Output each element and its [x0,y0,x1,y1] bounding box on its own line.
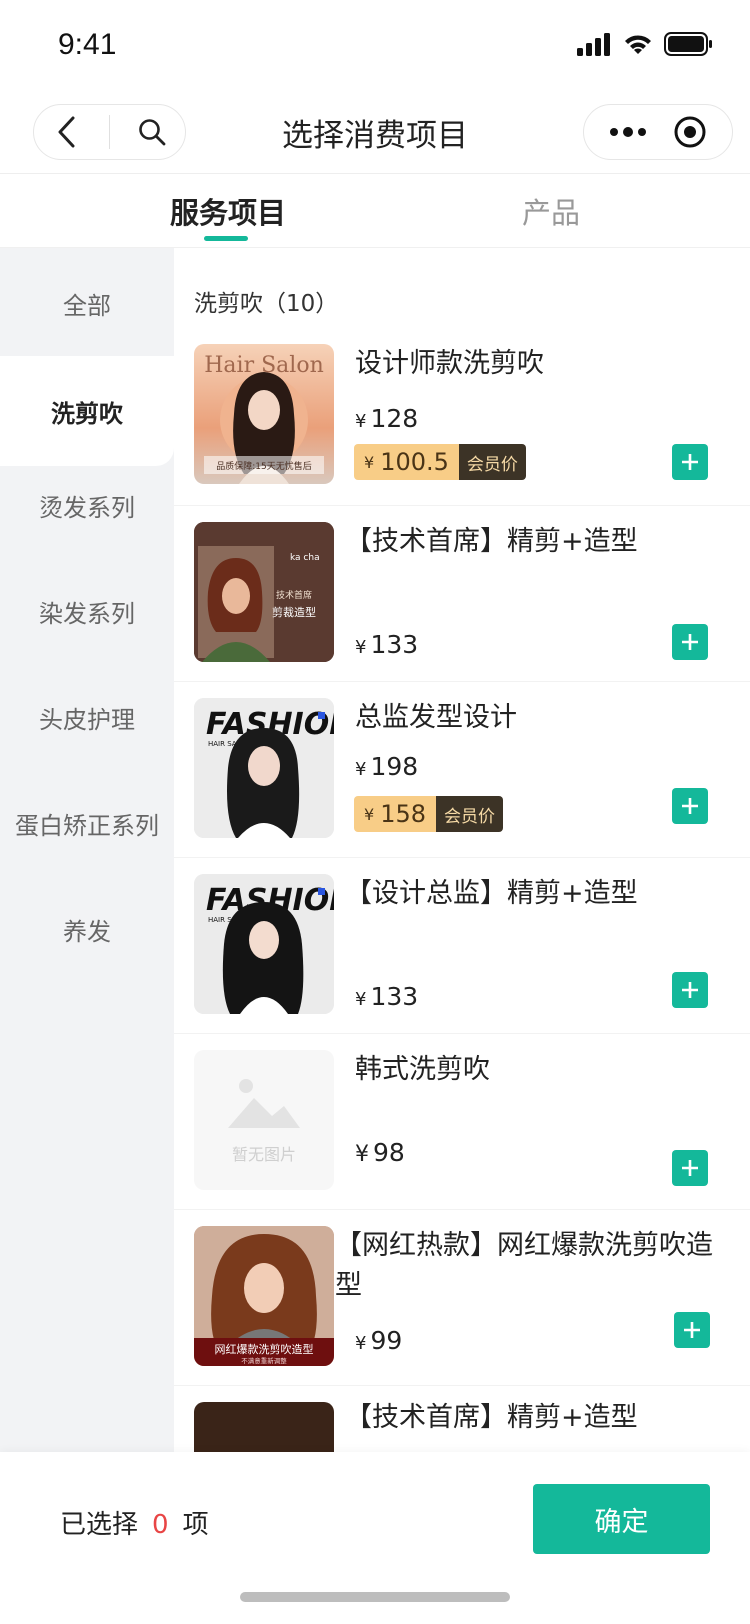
product-name: 【设计总监】精剪+造型 [345,878,638,909]
plus-icon [682,634,698,650]
svg-text:剪裁造型: 剪裁造型 [272,605,316,619]
more-dots-icon [610,127,646,137]
sidebar-item-hair-nourish[interactable]: 养发 [0,874,174,984]
product-name: 总监发型设计 [355,702,517,733]
tab-products[interactable]: 产品 [522,190,580,232]
target-close-icon [674,116,706,148]
nav-bar: 选择消费项目 [0,96,750,174]
product-card[interactable]: 暂无图片 韩式洗剪吹 ¥98 [174,1034,750,1210]
svg-text:不满意重新调整: 不满意重新调整 [241,1356,287,1365]
status-bar: 9:41 [0,0,750,96]
signal-icon [577,33,610,56]
product-card[interactable]: 【技术首席】精剪+造型 [174,1386,750,1452]
product-list: 洗剪吹（10） Hair Salon 品质保障:15天无忧售后 设计师款洗剪吹 … [174,248,750,1452]
close-miniprogram-button[interactable] [673,115,707,149]
selected-suffix: 项 [182,1510,209,1540]
product-image: FASHION HAIR SALON [194,874,334,1014]
product-card[interactable]: ka cha 技术首席 剪裁造型 【技术首席】精剪+造型 ¥133 [174,506,750,682]
salon-photo-icon: FASHION HAIR SALON [194,874,334,1014]
confirm-button[interactable]: 确定 [533,1484,710,1554]
product-image: FASHION HAIR SALON [194,698,334,838]
product-image: Hair Salon 品质保障:15天无忧售后 [194,344,334,484]
product-card[interactable]: FASHION HAIR SALON 总监发型设计 ¥198 ¥158 会员价 [174,682,750,858]
product-price: ¥99 [355,1326,403,1355]
product-card[interactable]: 网红爆款洗剪吹造型 不满意重新调整 【网红热款】网红爆款洗剪吹造型 ¥99 [174,1210,750,1386]
member-price-badge: ¥100.5 会员价 [354,444,526,480]
selected-summary: 已选择 0 项 [60,1504,209,1541]
product-name: 设计师款洗剪吹 [355,348,544,379]
member-price-label: 会员价 [436,796,503,832]
sidebar-item-all[interactable]: 全部 [0,248,174,358]
selected-count: 0 [152,1510,169,1540]
sidebar-item-scalp-care[interactable]: 头皮护理 [0,662,174,772]
product-image: ka cha 技术首席 剪裁造型 [194,522,334,662]
battery-icon [664,32,712,56]
product-name: 【技术首席】精剪+造型 [345,1402,638,1433]
product-name: 韩式洗剪吹 [355,1054,490,1085]
salon-photo-icon: Hair Salon 品质保障:15天无忧售后 [204,353,324,484]
plus-icon [682,798,698,814]
category-sidebar: 全部 洗剪吹 烫发系列 染发系列 头皮护理 蛋白矫正系列 养发 [0,248,174,1452]
svg-text:技术首席: 技术首席 [276,589,312,601]
plus-icon [682,982,698,998]
back-button[interactable] [34,104,99,160]
sidebar-item-dye[interactable]: 染发系列 [0,556,174,666]
svg-text:暂无图片: 暂无图片 [232,1145,296,1164]
tab-bar: 服务项目 产品 [0,176,750,248]
search-button[interactable] [120,104,185,160]
back-arrow-icon [58,116,74,148]
capsule-divider [109,115,110,149]
status-icons [576,32,714,56]
bottom-bar: 已选择 0 项 确定 [0,1452,750,1624]
product-card[interactable]: Hair Salon 品质保障:15天无忧售后 设计师款洗剪吹 ¥128 ¥10… [174,328,750,506]
product-price: ¥133 [355,982,419,1011]
member-price: 100.5 [380,448,449,476]
sidebar-item-perm[interactable]: 烫发系列 [0,450,174,560]
section-title: 洗剪吹（10） [194,291,339,317]
product-image [194,1402,334,1452]
svg-text:品质保障:15天无忧售后: 品质保障:15天无忧售后 [216,460,312,472]
svg-text:ka cha: ka cha [290,553,320,563]
member-price-label: 会员价 [458,444,526,480]
add-button[interactable] [672,444,708,480]
nav-capsule-right [583,104,733,160]
product-price: ¥98 [355,1138,405,1167]
add-button[interactable] [672,1150,708,1186]
status-time: 9:41 [58,28,117,61]
no-image-icon: 暂无图片 [228,1079,300,1164]
svg-text:网红爆款洗剪吹造型: 网红爆款洗剪吹造型 [215,1342,314,1356]
product-image: 网红爆款洗剪吹造型 不满意重新调整 [194,1226,334,1366]
tab-active-indicator [204,236,248,241]
product-name: 【技术首席】精剪+造型 [345,526,638,557]
plus-icon [682,1160,698,1176]
product-image-placeholder: 暂无图片 [194,1050,334,1190]
wifi-icon [625,35,651,54]
svg-text:Hair Salon: Hair Salon [204,353,324,378]
selected-prefix: 已选择 [60,1510,139,1540]
home-indicator [240,1592,510,1602]
member-price-badge: ¥158 会员价 [354,796,503,832]
sidebar-item-protein-straightening[interactable]: 蛋白矫正系列 [0,768,174,878]
add-button[interactable] [672,788,708,824]
member-price: 158 [380,800,426,828]
nav-capsule-left [33,104,186,160]
more-button[interactable] [609,126,647,138]
salon-photo-icon: 网红爆款洗剪吹造型 不满意重新调整 [194,1226,334,1366]
salon-photo-icon: FASHION HAIR SALON [194,698,334,838]
product-card[interactable]: FASHION HAIR SALON 【设计总监】精剪+造型 ¥133 [174,858,750,1034]
add-button[interactable] [672,624,708,660]
plus-icon [684,1322,700,1338]
add-button[interactable] [674,1312,710,1348]
search-icon [139,119,166,146]
plus-icon [682,454,698,470]
product-price: ¥198 [355,752,419,781]
product-name: 【网红热款】网红爆款洗剪吹造型 [335,1230,713,1301]
tab-services[interactable]: 服务项目 [170,190,286,232]
product-price: ¥128 [355,404,419,433]
salon-photo-icon: ka cha 技术首席 剪裁造型 [194,522,334,662]
product-price: ¥133 [355,630,419,659]
add-button[interactable] [672,972,708,1008]
